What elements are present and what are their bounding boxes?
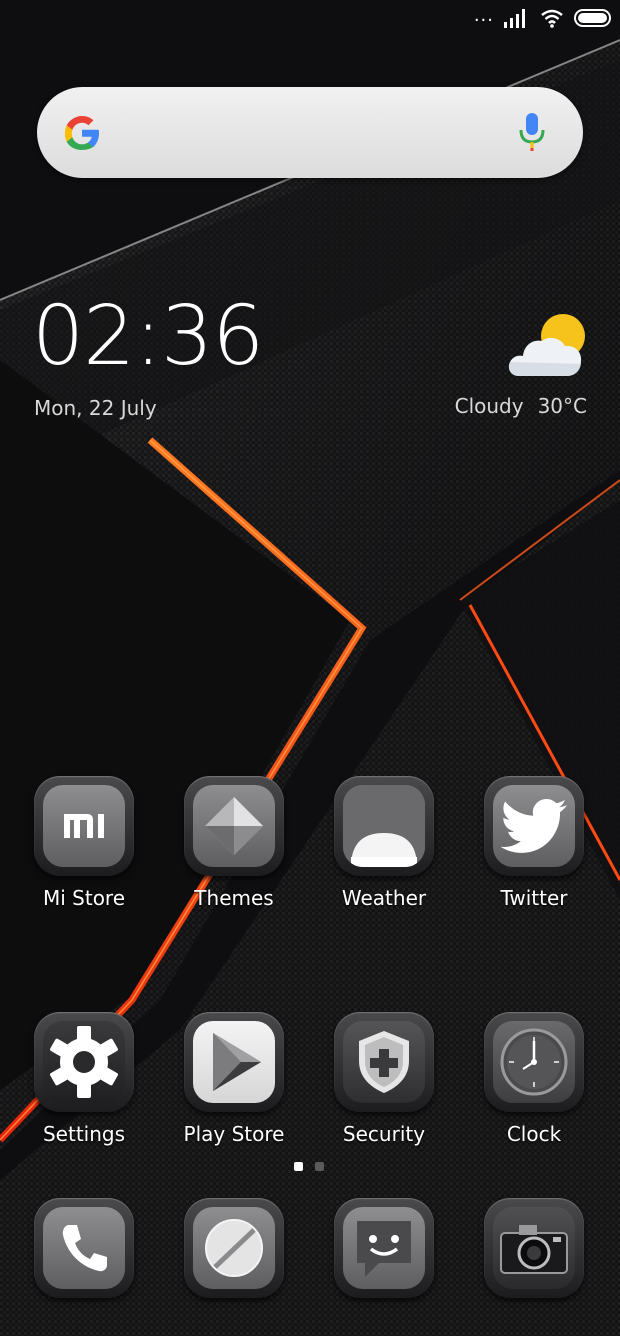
shield-plus-icon bbox=[359, 1031, 409, 1093]
app-themes[interactable]: Themes bbox=[174, 776, 294, 910]
play-triangle-icon bbox=[213, 1033, 261, 1091]
app-label: Weather bbox=[341, 886, 427, 910]
dock-camera[interactable] bbox=[474, 1198, 594, 1298]
app-label: Themes bbox=[194, 886, 274, 910]
twitter-bird-icon bbox=[500, 799, 567, 853]
messages-icon bbox=[357, 1221, 411, 1277]
clock-date: Mon, 22 July bbox=[34, 396, 157, 420]
dock-phone[interactable] bbox=[24, 1198, 144, 1298]
google-search-bar[interactable] bbox=[37, 87, 583, 178]
weather-temperature: 30°C bbox=[537, 394, 587, 418]
page-indicator[interactable] bbox=[294, 1162, 324, 1171]
clock-time[interactable]: 02:36 bbox=[32, 296, 264, 378]
status-bar: ... bbox=[473, 5, 612, 28]
weather-sun-icon bbox=[343, 785, 425, 867]
app-label: Play Store bbox=[183, 1122, 285, 1146]
partly-cloudy-icon[interactable] bbox=[505, 312, 589, 380]
clock-face-icon bbox=[500, 1028, 568, 1096]
dock-browser[interactable] bbox=[174, 1198, 294, 1298]
gear-icon bbox=[50, 1026, 118, 1098]
app-mi-store[interactable]: Mi Store bbox=[24, 776, 144, 910]
themes-diamond-icon bbox=[205, 797, 263, 855]
google-g-icon bbox=[64, 116, 99, 150]
app-twitter[interactable]: Twitter bbox=[474, 776, 594, 910]
page-dot-active[interactable] bbox=[294, 1162, 303, 1171]
battery-icon bbox=[574, 9, 611, 27]
home-screen: ... 02:36 Mon, 22 July Cloudy 30°C Mi St… bbox=[0, 0, 620, 1336]
app-label: Security bbox=[342, 1122, 426, 1146]
weather-condition: Cloudy bbox=[454, 394, 524, 418]
mi-logo-icon bbox=[64, 814, 104, 838]
wifi-icon bbox=[541, 9, 563, 28]
app-security[interactable]: Security bbox=[324, 1012, 444, 1146]
weather-info[interactable]: Cloudy 30°C bbox=[455, 394, 587, 418]
dock-messages[interactable] bbox=[324, 1198, 444, 1298]
app-label: Settings bbox=[42, 1122, 126, 1146]
app-label: Clock bbox=[506, 1122, 562, 1146]
app-label: Mi Store bbox=[42, 886, 126, 910]
page-dot[interactable] bbox=[315, 1162, 324, 1171]
app-play-store[interactable]: Play Store bbox=[174, 1012, 294, 1146]
notification-dots: ... bbox=[473, 5, 494, 26]
app-weather[interactable]: Weather bbox=[324, 776, 444, 910]
app-clock[interactable]: Clock bbox=[474, 1012, 594, 1146]
microphone-icon[interactable] bbox=[517, 111, 547, 153]
signal-bars-icon bbox=[504, 9, 525, 28]
phone-icon bbox=[62, 1225, 107, 1272]
camera-icon bbox=[500, 1225, 568, 1274]
app-settings[interactable]: Settings bbox=[24, 1012, 144, 1146]
app-label: Twitter bbox=[500, 886, 568, 910]
browser-icon bbox=[205, 1219, 263, 1277]
